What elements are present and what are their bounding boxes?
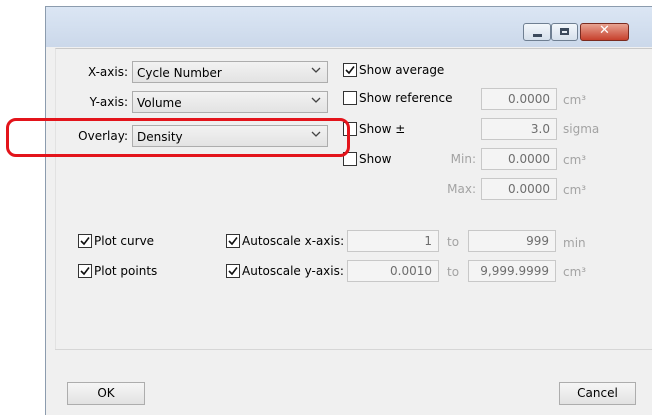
x-to-label: to: [447, 235, 460, 249]
autoscale-x-checkbox[interactable]: [226, 234, 240, 248]
plot-curve-label: Plot curve: [94, 234, 155, 248]
maximize-icon: [560, 28, 569, 35]
autoscale-x-label: Autoscale x-axis:: [242, 234, 345, 248]
max-unit: cm³: [563, 183, 587, 197]
autoscale-y-checkbox[interactable]: [226, 264, 240, 278]
y-to-label: to: [447, 265, 460, 279]
chevron-down-icon: [311, 97, 321, 103]
sigma-value-field[interactable]: 3.0: [481, 118, 557, 140]
min-unit: cm³: [563, 153, 587, 167]
minimize-button[interactable]: [523, 23, 551, 41]
x-axis-value: Cycle Number: [137, 66, 222, 80]
show-average-checkbox[interactable]: [343, 63, 357, 77]
checkmark-icon: [345, 66, 355, 75]
minimize-icon: [533, 34, 542, 37]
y-from-field[interactable]: 0.0010: [347, 260, 439, 282]
x-to-field[interactable]: 999: [468, 230, 556, 252]
plot-points-label: Plot points: [94, 264, 158, 278]
show-pm-label: Show ±: [359, 122, 406, 136]
show-label: Show: [359, 152, 392, 166]
show-average-label: Show average: [359, 63, 445, 77]
checkmark-icon: [80, 267, 90, 276]
highlight-annotation: [6, 118, 350, 157]
min-value-field[interactable]: 0.0000: [481, 148, 557, 170]
x-from-field[interactable]: 1: [347, 230, 439, 252]
checkmark-icon: [228, 237, 238, 246]
min-label: Min:: [450, 152, 476, 166]
reference-value-field[interactable]: 0.0000: [481, 88, 557, 110]
autoscale-y-label: Autoscale y-axis:: [242, 264, 344, 278]
maximize-button[interactable]: [551, 23, 578, 41]
divider: [55, 349, 652, 350]
checkmark-icon: [80, 237, 90, 246]
plot-points-checkbox[interactable]: [78, 264, 92, 278]
ok-button[interactable]: OK: [67, 382, 145, 405]
x-unit: min: [563, 236, 586, 250]
close-icon: ✕: [599, 23, 610, 38]
y-to-field[interactable]: 9,999.9999: [468, 260, 556, 282]
plot-curve-checkbox[interactable]: [78, 234, 92, 248]
y-axis-label: Y-axis:: [89, 95, 128, 109]
chevron-down-icon: [311, 67, 321, 73]
checkmark-icon: [228, 267, 238, 276]
x-axis-select[interactable]: Cycle Number: [132, 61, 328, 83]
sigma-unit: sigma: [563, 122, 600, 136]
max-label: Max:: [447, 182, 476, 196]
cancel-button[interactable]: Cancel: [559, 382, 636, 405]
x-axis-label: X-axis:: [87, 65, 128, 79]
reference-unit: cm³: [563, 93, 587, 107]
show-reference-checkbox[interactable]: [343, 91, 357, 105]
max-value-field[interactable]: 0.0000: [481, 178, 557, 200]
close-button[interactable]: ✕: [580, 23, 629, 41]
show-reference-label: Show reference: [359, 91, 453, 105]
y-axis-value: Volume: [137, 96, 182, 110]
y-unit: cm³: [563, 265, 587, 279]
y-axis-select[interactable]: Volume: [132, 91, 328, 113]
